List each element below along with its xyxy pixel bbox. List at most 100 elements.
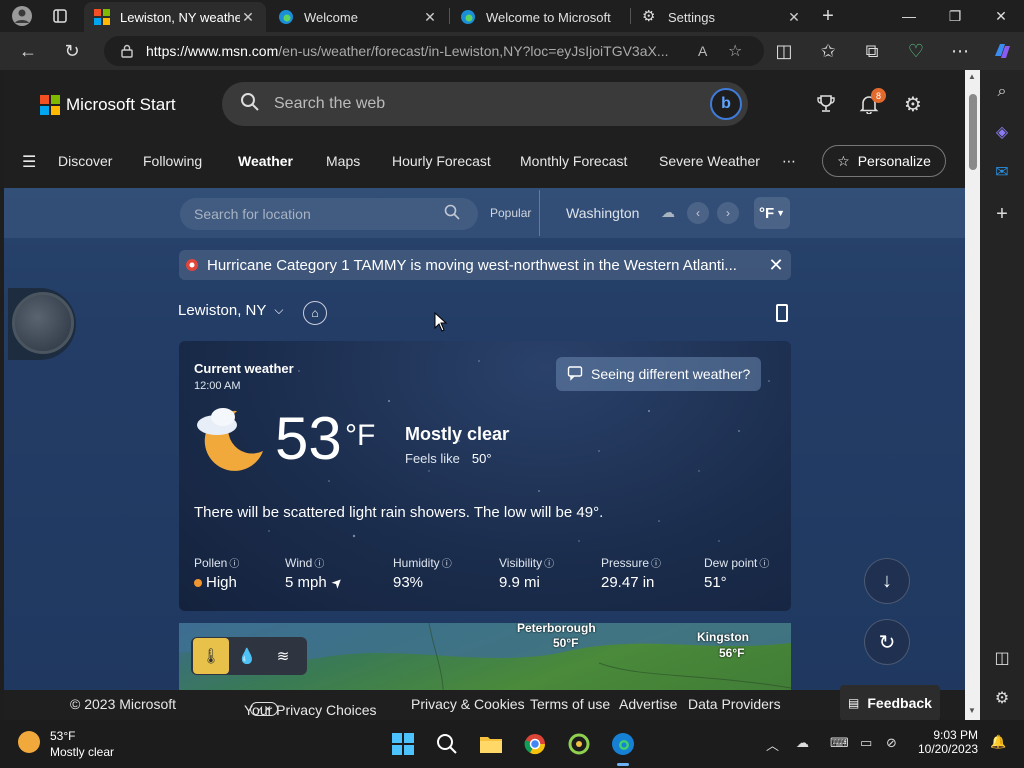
chevron-left-icon[interactable]: ‹	[687, 202, 709, 224]
browser-essentials-icon[interactable]: ♡	[902, 37, 930, 65]
temperature-unit: °F	[345, 419, 376, 452]
refresh-icon[interactable]: ↻	[58, 37, 86, 65]
side-weather-widget[interactable]	[8, 288, 76, 360]
search-icon	[240, 92, 260, 117]
nav-following[interactable]: Following	[143, 153, 202, 169]
back-icon[interactable]: ←	[14, 37, 42, 65]
tray-network-muted-icon[interactable]: ⊘	[886, 735, 897, 751]
more-menu-icon[interactable]: ⋯	[946, 37, 974, 65]
copilot-icon[interactable]	[988, 37, 1016, 65]
wind-layer-icon[interactable]: ≋	[265, 638, 301, 674]
collections-icon[interactable]: ⧉	[858, 37, 886, 65]
hamburger-menu-icon[interactable]: ☰	[22, 152, 36, 172]
tray-chevron-up-icon[interactable]: ︿	[766, 735, 779, 754]
favorites-icon[interactable]: ✩	[814, 37, 842, 65]
footer-link-privacy-cookies[interactable]: Privacy & Cookies	[411, 696, 525, 712]
footer-link-data-providers[interactable]: Data Providers	[688, 696, 781, 712]
tab-close-icon[interactable]: ✕	[422, 9, 438, 26]
address-bar[interactable]: https://www.msn.com/en-us/weather/foreca…	[104, 36, 764, 66]
notifications-bell-icon[interactable]: 8	[857, 88, 886, 116]
nav-monthly-forecast[interactable]: Monthly Forecast	[520, 153, 627, 169]
location-search-input[interactable]: Search for location	[180, 198, 478, 230]
metric-pollen[interactable]: Pollen ⓘ High	[194, 555, 239, 591]
scroll-up-arrow-icon[interactable]: ▲	[968, 72, 976, 81]
tab-close-icon[interactable]: ✕	[240, 9, 256, 26]
tab-close-icon[interactable]: ✕	[786, 9, 802, 26]
edge-taskbar-icon[interactable]	[609, 730, 637, 766]
notification-bell-icon[interactable]: 🔔	[990, 734, 1006, 750]
sidebar-copilot-icon[interactable]: ◈	[990, 120, 1014, 144]
location-selector[interactable]: Lewiston, NY ⌵	[178, 302, 283, 319]
footer-link-advertise[interactable]: Advertise	[619, 696, 677, 712]
file-explorer-icon[interactable]	[477, 730, 505, 758]
windows-start-icon[interactable]	[389, 730, 417, 758]
web-search-box[interactable]: Search the web b	[222, 82, 748, 126]
nav-more-icon[interactable]: ⋯	[782, 153, 796, 170]
chrome-icon[interactable]	[521, 730, 549, 758]
unit-toggle-button[interactable]: °F ▼	[754, 197, 790, 229]
scroll-down-arrow-icon[interactable]: ▼	[968, 706, 976, 715]
metric-wind[interactable]: Wind ⓘ 5 mph➤	[285, 555, 346, 592]
popular-city-washington[interactable]: Washington	[566, 205, 639, 221]
nav-weather[interactable]: Weather	[238, 153, 293, 169]
settings-gear-icon[interactable]: ⚙	[901, 92, 925, 116]
tray-onedrive-icon[interactable]: ☁	[796, 735, 809, 751]
chat-bubble-icon	[567, 365, 583, 384]
sidebar-settings-icon[interactable]: ⚙	[990, 686, 1014, 710]
metric-humidity[interactable]: Humidity ⓘ 93%	[393, 555, 452, 591]
home-icon[interactable]: ⌂	[303, 301, 327, 325]
nav-maps[interactable]: Maps	[326, 153, 360, 169]
taskbar-clock[interactable]: 9:03 PM 10/20/2023	[918, 728, 978, 756]
location-name: Lewiston, NY	[178, 302, 267, 319]
microsoft-start-logo[interactable]: Microsoft Start	[40, 95, 176, 115]
precipitation-layer-icon[interactable]: 💧	[229, 638, 265, 674]
nav-discover[interactable]: Discover	[58, 153, 112, 169]
close-icon[interactable]: ✕	[761, 255, 791, 276]
tab-welcome-microsoft[interactable]: Welcome to Microsoft	[450, 2, 630, 32]
mobile-device-icon[interactable]	[776, 304, 788, 322]
close-window-icon[interactable]: ✕	[978, 0, 1024, 32]
tab-actions-icon[interactable]	[42, 0, 78, 32]
tray-display-icon[interactable]: ▭	[860, 735, 872, 751]
current-weather-title: Current weather	[194, 361, 294, 376]
new-tab-icon[interactable]: +	[808, 0, 848, 32]
temperature-layer-icon[interactable]: 🌡	[193, 638, 229, 674]
unit-label: °F	[758, 204, 775, 222]
metric-visibility[interactable]: Visibility ⓘ 9.9 mi	[499, 555, 554, 591]
sidebar-outlook-icon[interactable]: ✉	[990, 160, 1014, 184]
seeing-different-weather-button[interactable]: Seeing different weather?	[556, 357, 761, 391]
bing-chat-icon[interactable]: b	[710, 88, 742, 120]
split-screen-icon[interactable]: ◫	[770, 37, 798, 65]
tray-keyboard-icon[interactable]: ⌨	[830, 735, 849, 751]
sidebar-search-icon[interactable]: ⌕	[990, 80, 1014, 104]
gear-icon: ⚙	[642, 8, 656, 25]
hurricane-alert-banner[interactable]: Hurricane Category 1 TAMMY is moving wes…	[179, 250, 791, 280]
favorite-star-icon[interactable]: ☆	[728, 41, 764, 61]
chevron-right-icon[interactable]: ›	[717, 202, 739, 224]
read-aloud-icon[interactable]: A	[698, 43, 728, 59]
nav-severe-weather[interactable]: Severe Weather	[659, 153, 760, 169]
profile-icon[interactable]	[4, 0, 40, 32]
microsoft-logo-icon	[40, 95, 60, 115]
rewards-trophy-icon[interactable]	[814, 92, 838, 116]
tab-lewiston-weather[interactable]: Lewiston, NY weather ✕	[84, 2, 266, 32]
scrollbar-thumb[interactable]	[969, 94, 977, 170]
restore-icon[interactable]: ❐	[932, 0, 978, 32]
tab-welcome[interactable]: Welcome ✕	[268, 2, 448, 32]
sidebar-add-icon[interactable]: +	[990, 202, 1014, 226]
scroll-down-arrow-icon[interactable]: ↓	[864, 558, 910, 604]
feedback-button[interactable]: ▤ Feedback	[840, 685, 940, 720]
metric-dew-point[interactable]: Dew point ⓘ 51°	[704, 555, 769, 591]
nav-hourly-forecast[interactable]: Hourly Forecast	[392, 153, 491, 169]
refresh-icon[interactable]: ↻	[864, 619, 910, 665]
personalize-button[interactable]: ☆ Personalize	[822, 145, 946, 177]
taskbar-search-icon[interactable]	[433, 730, 461, 758]
minimize-icon[interactable]: —	[886, 0, 932, 32]
mouse-cursor-icon	[434, 311, 448, 337]
footer-link-terms[interactable]: Terms of use	[530, 696, 610, 712]
app-swirl-icon[interactable]	[565, 730, 593, 758]
page-scrollbar[interactable]: ▲ ▼	[965, 70, 980, 720]
metric-pressure[interactable]: Pressure ⓘ 29.47 in	[601, 555, 661, 591]
tab-settings[interactable]: ⚙ Settings ✕	[632, 2, 812, 32]
sidebar-hide-icon[interactable]: ◫	[990, 646, 1014, 670]
